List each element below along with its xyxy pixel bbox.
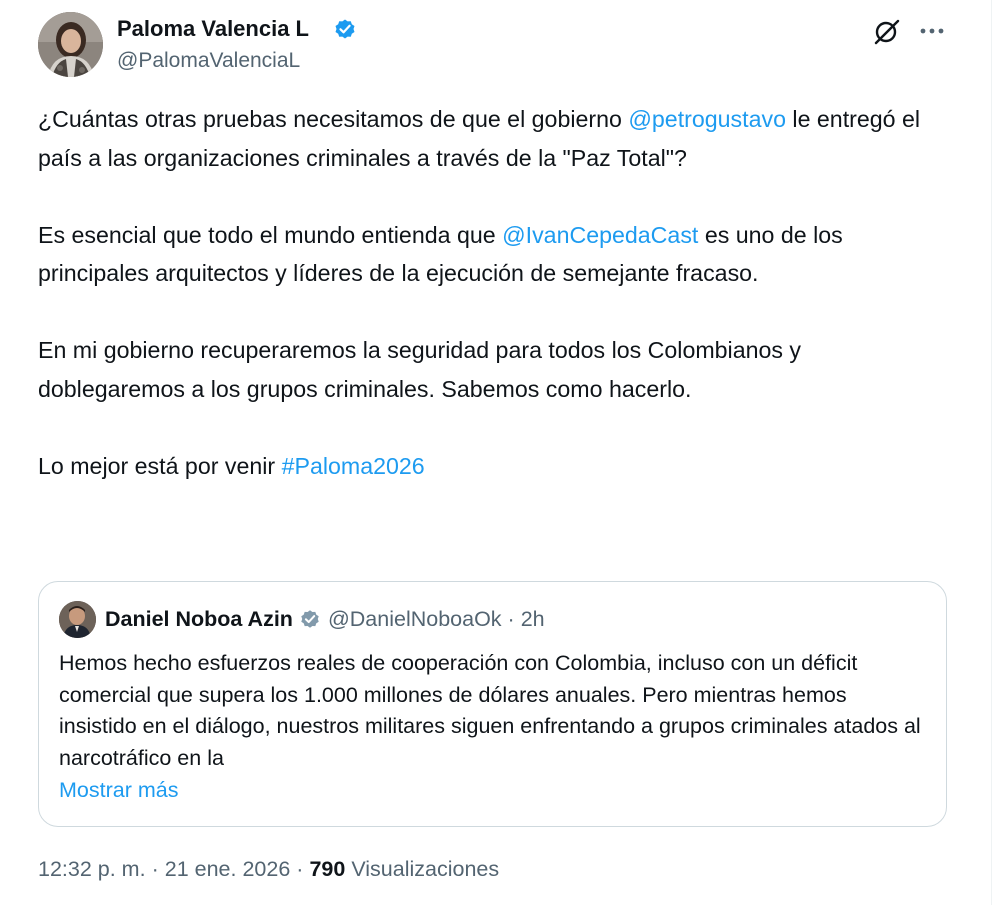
tweet-metadata: 12:32 p. m. · 21 ene. 2026 · 790 Visualizaci… bbox=[38, 852, 499, 886]
mention-ivancepedacast[interactable]: @IvanCepedaCast bbox=[502, 222, 698, 248]
quoted-separator: · bbox=[507, 607, 515, 631]
author-avatar-image bbox=[38, 12, 103, 77]
quoted-author-handle[interactable]: @DanielNoboaOk bbox=[328, 605, 502, 633]
government-verified-badge-icon[interactable] bbox=[299, 608, 321, 630]
quoted-tweet-text: Hemos hecho esfuerzos reales de cooperac… bbox=[59, 651, 921, 770]
tweet-text-segment: Lo mejor está por venir bbox=[38, 452, 282, 479]
quoted-timestamp[interactable]: 2h bbox=[521, 605, 545, 633]
hashtag-paloma2026[interactable]: #Paloma2026 bbox=[282, 453, 425, 479]
meta-separator: · bbox=[151, 857, 159, 881]
tweet-paragraph: En mi gobierno recuperaremos la segurida… bbox=[38, 337, 802, 402]
author-avatar[interactable] bbox=[38, 12, 103, 77]
author-name[interactable]: Paloma Valencia L bbox=[117, 14, 309, 44]
quoted-author-avatar-image bbox=[59, 601, 96, 638]
quoted-tweet-header: Daniel Noboa Azin @DanielNoboaOk · 2h bbox=[105, 605, 545, 633]
mention-petrogustavo[interactable]: @petrogustavo bbox=[628, 106, 786, 132]
author-handle[interactable]: @PalomaValenciaL bbox=[117, 47, 300, 75]
show-more-link[interactable]: Mostrar más bbox=[59, 775, 178, 807]
tweet-text: ¿Cuántas otras pruebas necesitamos de qu… bbox=[38, 100, 938, 485]
tweet-time[interactable]: 12:32 p. m. bbox=[38, 857, 146, 881]
quoted-tweet-card[interactable]: Daniel Noboa Azin @DanielNoboaOk · 2h He… bbox=[38, 581, 947, 827]
quoted-author-name[interactable]: Daniel Noboa Azin bbox=[105, 605, 293, 633]
meta-separator: · bbox=[296, 857, 304, 881]
grok-icon[interactable] bbox=[872, 16, 902, 46]
tweet-paragraph: Lo mejor está por venir #Paloma2026 bbox=[38, 447, 938, 486]
views-count[interactable]: 790 bbox=[309, 857, 345, 881]
quoted-author-avatar[interactable] bbox=[59, 601, 96, 638]
verified-badge-icon[interactable] bbox=[333, 17, 357, 41]
views-label[interactable]: Visualizaciones bbox=[351, 857, 499, 881]
more-dots-icon[interactable] bbox=[916, 16, 948, 46]
tweet-paragraph: Es esencial que todo el mundo entienda q… bbox=[38, 216, 938, 293]
tweet-paragraph: ¿Cuántas otras pruebas necesitamos de qu… bbox=[38, 100, 938, 177]
tweet-detail: Paloma Valencia L @PalomaValenciaL ¿Cuán… bbox=[0, 0, 992, 905]
tweet-text-segment: Es esencial que todo el mundo entienda q… bbox=[38, 221, 503, 248]
tweet-date[interactable]: 21 ene. 2026 bbox=[165, 857, 291, 881]
tweet-text-segment: ¿Cuántas otras pruebas necesitamos de qu… bbox=[38, 106, 629, 132]
